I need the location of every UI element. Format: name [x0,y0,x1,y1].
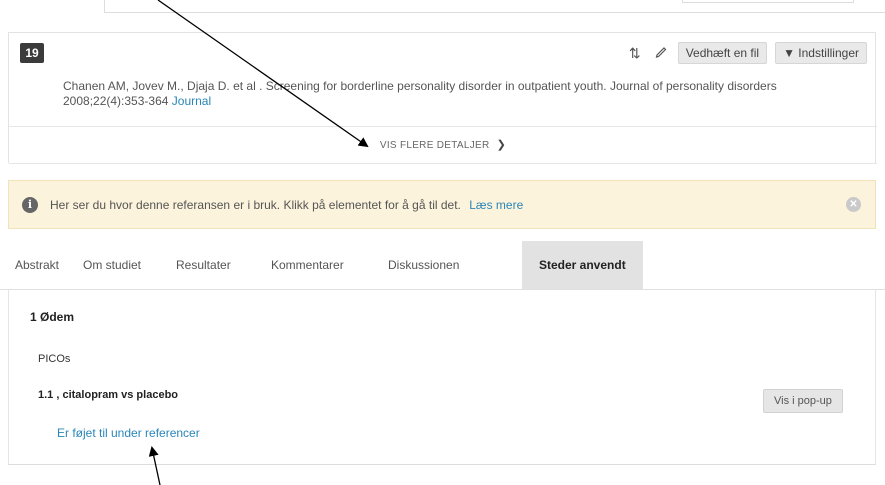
tab-comments[interactable]: Kommentarer [271,241,344,289]
show-popup-button[interactable]: Vis i pop-up [763,389,843,413]
journal-link[interactable]: Journal [172,94,211,108]
previous-panel-strip [0,0,885,30]
reference-toolbar: ⇅ Vedhæft en fil ▼ Indstillinger [626,42,867,64]
tab-about-study[interactable]: Om studiet [83,241,141,289]
info-message: Her ser du hvor denne referansen er i br… [50,198,461,212]
attach-file-button[interactable]: Vedhæft en fil [677,42,768,64]
picos-label: PICOs [38,353,71,365]
tab-places-used[interactable]: Steder anvendt [522,241,643,289]
citation-text: Chanen AM, Jovev M., Djaja D. et al . Sc… [63,79,777,108]
tab-abstract[interactable]: Abstrakt [15,241,59,289]
places-used-panel: 1 Ødem PICOs 1.1 , citalopram vs placebo… [8,290,876,465]
close-icon[interactable]: ✕ [846,197,861,212]
comparison-title[interactable]: 1.1 , citalopram vs placebo [38,389,178,401]
pencil-icon[interactable] [652,42,670,64]
info-icon: i [22,197,38,213]
tab-results[interactable]: Resultater [176,241,231,289]
settings-button[interactable]: ▼ Indstillinger [775,42,867,64]
divider [9,126,877,127]
reference-citation: Chanen AM, Jovev M., Djaja D. et al . Sc… [63,79,853,109]
reference-card: 19 ⇅ Vedhæft en fil ▼ Indstillinger Chan… [8,32,877,164]
more-details-label: VIS FLERE DETALJER [379,140,490,151]
previous-field [682,0,854,3]
reference-tabs: Abstrakt Om studiet Resultater Kommentar… [0,241,885,289]
info-text: Her ser du hvor denne referansen er i br… [50,198,523,213]
added-under-references-link[interactable]: Er føjet til under referencer [57,426,200,440]
chevron-down-icon: ❯ [496,139,507,151]
sort-icon[interactable]: ⇅ [626,42,644,64]
more-details-toggle[interactable]: VIS FLERE DETALJER ❯ [9,138,877,153]
reference-number-badge: 19 [20,43,44,63]
tab-discussion[interactable]: Diskussionen [388,241,459,289]
section-title[interactable]: 1 Ødem [30,310,74,324]
read-more-link[interactable]: Læs mere [469,198,523,212]
usage-info-banner: i Her ser du hvor denne referansen er i … [8,180,876,229]
divider [9,163,877,164]
